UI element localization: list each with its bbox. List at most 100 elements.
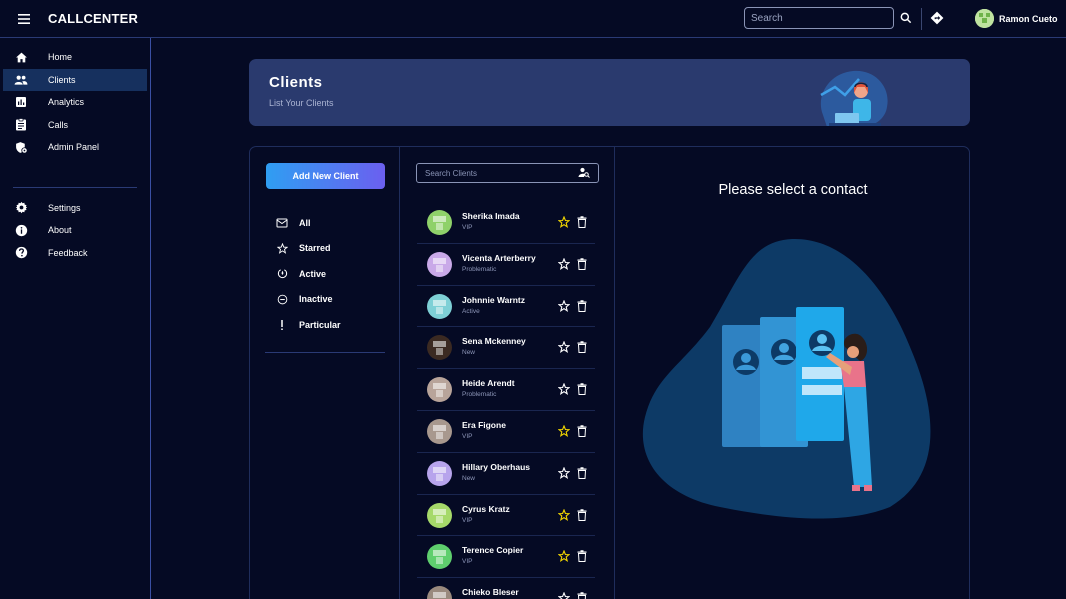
filter-particular[interactable]: Particular <box>276 312 341 338</box>
sidebar-item-label: Feedback <box>48 247 88 258</box>
sidebar-divider <box>13 186 137 188</box>
sidebar-item-clients[interactable]: Clients <box>3 68 147 91</box>
menu-button[interactable] <box>0 0 48 38</box>
trash-icon[interactable] <box>577 383 587 396</box>
client-search-input[interactable] <box>416 163 599 183</box>
sidebar-item-calls[interactable]: Calls <box>0 114 150 137</box>
filter-label: All <box>299 217 311 228</box>
admin-shield-icon <box>15 141 28 154</box>
client-status: Active <box>462 307 480 315</box>
trash-icon[interactable] <box>577 258 587 270</box>
client-row[interactable]: Sena Mckenney New <box>417 327 595 370</box>
client-row[interactable]: Chieko Bleser <box>417 578 595 599</box>
sidebar-item-feedback[interactable]: Feedback <box>0 242 150 265</box>
app-title: CALLCENTER <box>48 11 139 26</box>
hamburger-icon <box>18 13 30 24</box>
star-icon[interactable] <box>558 383 570 396</box>
trash-icon[interactable] <box>577 216 587 228</box>
client-status: VIP <box>462 224 473 231</box>
sidebar-item-label: Home <box>48 52 73 63</box>
toolbar-divider <box>921 8 922 30</box>
contact-detail-column: Please select a contact <box>615 147 971 599</box>
sidebar: Home Clients Analytics Calls Admin Panel… <box>0 38 151 599</box>
sidebar-item-label: Clients <box>48 74 76 85</box>
client-name: Era Figone <box>462 419 506 430</box>
filter-divider <box>265 352 385 353</box>
client-name: Sherika Imada <box>462 211 520 221</box>
filter-inactive[interactable]: Inactive <box>276 287 341 313</box>
trash-icon[interactable] <box>577 508 587 521</box>
user-name: Ramon Cueto <box>999 13 1058 24</box>
filter-label: Starred <box>299 243 331 254</box>
filter-list: All Starred Active Inactive Particular <box>276 210 341 338</box>
star-icon[interactable] <box>558 216 570 228</box>
trash-icon[interactable] <box>577 467 587 479</box>
client-row[interactable]: Sherika Imada VIP <box>417 202 595 244</box>
search-input[interactable] <box>744 7 894 29</box>
sidebar-item-home[interactable]: Home <box>0 46 150 69</box>
sidebar-item-label: Admin Panel <box>48 142 100 153</box>
star-icon[interactable] <box>558 299 570 312</box>
filter-active[interactable]: Active <box>276 261 341 287</box>
user-menu[interactable]: Ramon Cueto <box>975 9 1058 28</box>
sidebar-item-analytics[interactable]: Analytics <box>0 91 150 114</box>
star-icon[interactable] <box>558 508 570 521</box>
client-row[interactable]: Vicenta Arterberry Problematic <box>417 244 595 286</box>
client-avatar <box>427 293 452 319</box>
client-row[interactable]: Hillary Oberhaus New <box>417 453 595 495</box>
home-icon <box>15 52 27 63</box>
info-icon <box>15 224 27 236</box>
clients-panel: Add New Client All Starred Active Inacti… <box>249 146 970 599</box>
client-status: VIP <box>462 432 473 440</box>
sidebar-item-label: Settings <box>48 202 81 213</box>
star-icon[interactable] <box>558 592 570 599</box>
client-avatar <box>427 418 452 444</box>
filter-starred[interactable]: Starred <box>276 236 341 262</box>
client-row[interactable]: Johnnie Warntz Active <box>417 286 595 328</box>
select-contact-illustration <box>642 238 931 519</box>
client-name: Vicenta Arterberry <box>462 252 536 263</box>
sidebar-item-about[interactable]: About <box>0 219 150 242</box>
sidebar-item-label: Calls <box>48 119 69 130</box>
client-status: VIP <box>462 558 473 566</box>
trash-icon[interactable] <box>577 592 587 599</box>
star-icon[interactable] <box>558 424 570 437</box>
trash-icon[interactable] <box>577 550 587 563</box>
sidebar-item-admin-panel[interactable]: Admin Panel <box>0 136 150 159</box>
search-icon[interactable] <box>899 11 913 25</box>
star-icon <box>276 242 288 254</box>
filter-all[interactable]: All <box>276 210 341 236</box>
client-row[interactable]: Heide Arendt Problematic <box>417 369 595 411</box>
directions-icon[interactable] <box>930 11 944 25</box>
page-subtitle: List Your Clients <box>269 98 334 108</box>
client-name: Heide Arendt <box>462 378 515 389</box>
trash-icon[interactable] <box>577 341 587 354</box>
star-icon[interactable] <box>558 257 570 270</box>
client-avatar <box>427 210 452 235</box>
star-icon[interactable] <box>558 466 570 479</box>
empty-contact-message: Please select a contact <box>718 182 868 198</box>
client-row[interactable]: Cyrus Kratz VIP <box>417 495 595 537</box>
client-status: Problematic <box>462 391 497 399</box>
trash-icon[interactable] <box>577 299 587 312</box>
star-icon[interactable] <box>558 550 570 563</box>
client-name: Chieko Bleser <box>462 587 519 598</box>
client-status: New <box>462 474 476 482</box>
sidebar-item-settings[interactable]: Settings <box>0 197 150 220</box>
trash-icon[interactable] <box>577 425 587 437</box>
active-icon <box>277 269 287 279</box>
filter-label: Inactive <box>299 294 333 305</box>
people-icon <box>14 75 28 85</box>
gear-icon <box>15 202 27 214</box>
filter-label: Particular <box>299 319 341 330</box>
add-new-client-button[interactable]: Add New Client <box>266 163 385 189</box>
user-avatar <box>975 9 994 28</box>
star-icon[interactable] <box>558 341 570 354</box>
client-avatar <box>427 502 452 528</box>
mail-icon <box>276 218 288 228</box>
person-search-icon[interactable] <box>578 167 590 178</box>
client-name: Johnnie Warntz <box>462 294 525 305</box>
filter-column: Add New Client All Starred Active Inacti… <box>250 147 400 599</box>
client-row[interactable]: Era Figone VIP <box>417 411 595 453</box>
client-row[interactable]: Terence Copier VIP <box>417 536 595 579</box>
